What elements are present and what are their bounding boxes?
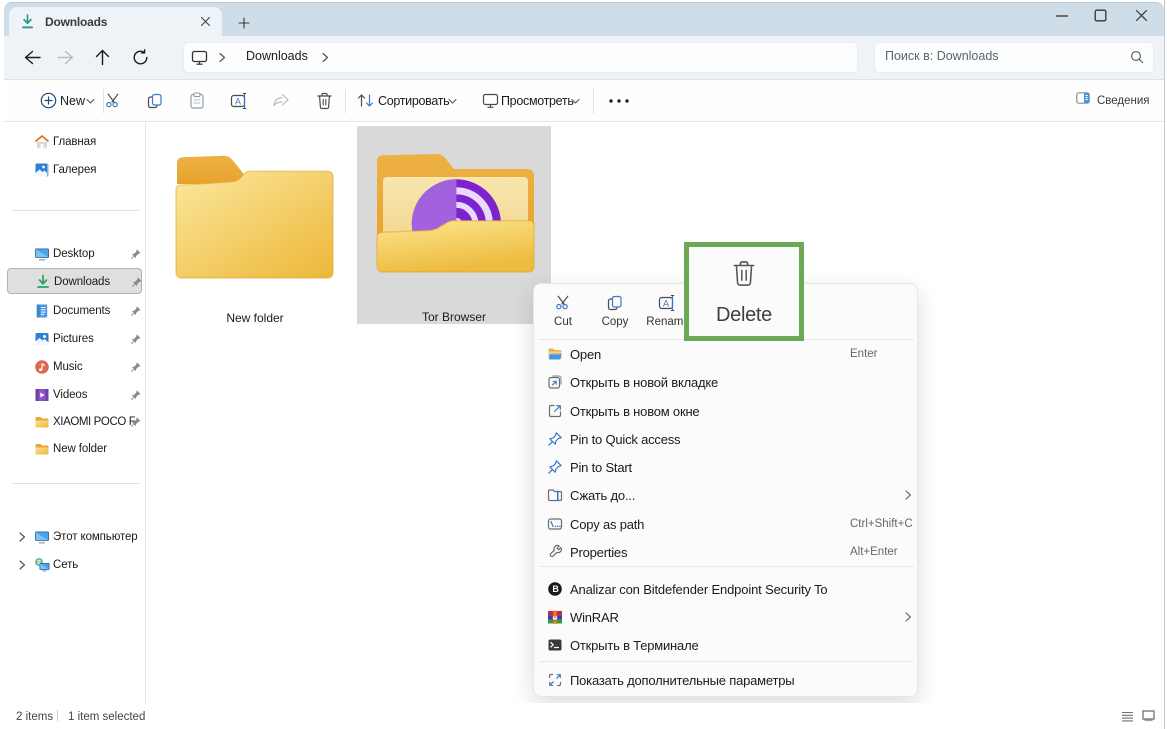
svg-text:B: B — [552, 585, 559, 595]
svg-text:A: A — [663, 298, 669, 308]
svg-text:A: A — [235, 96, 241, 106]
